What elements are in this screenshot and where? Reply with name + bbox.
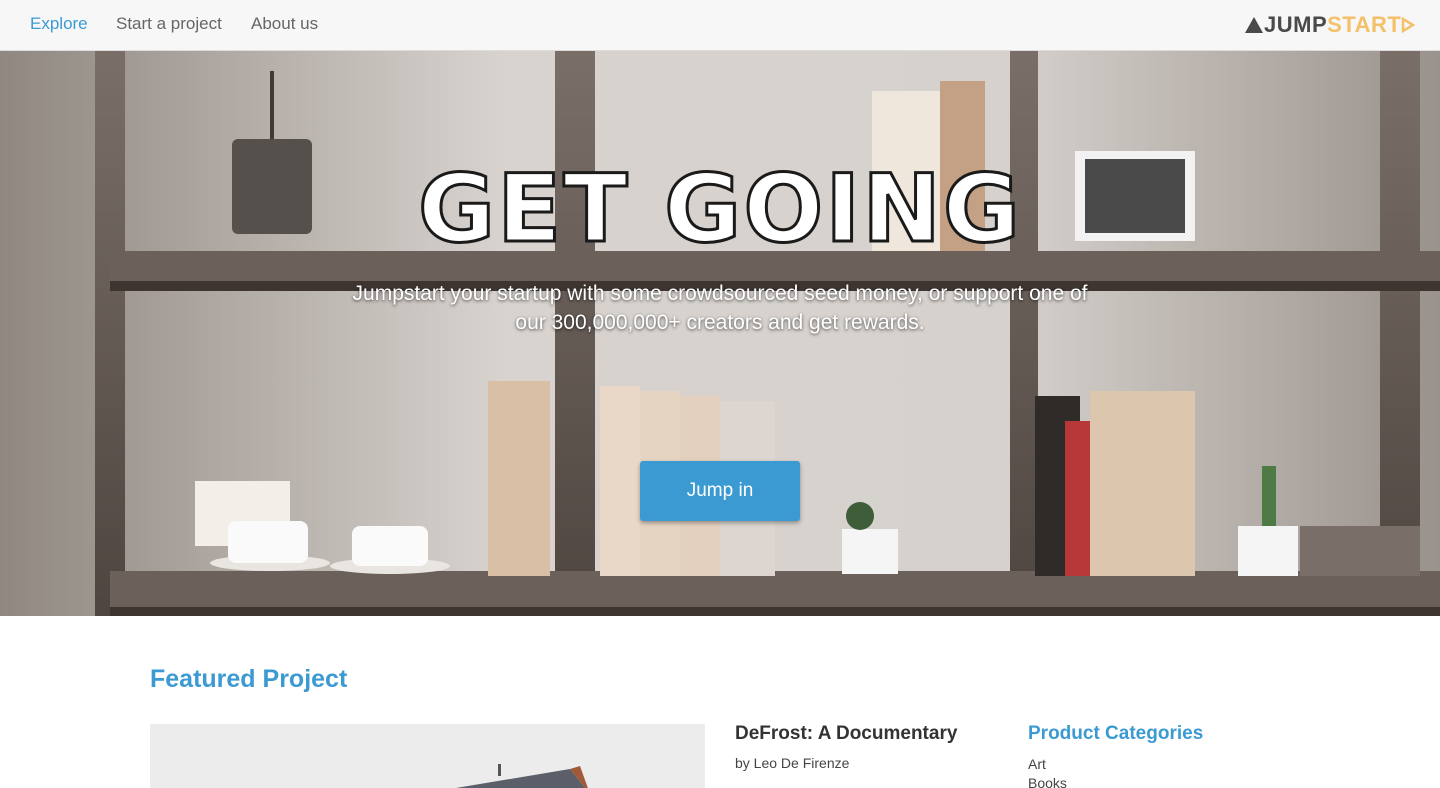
featured-project-image[interactable]	[150, 724, 705, 788]
category-item-books[interactable]: Books	[1028, 774, 1067, 788]
featured-project-author: by Leo De Firenze	[735, 755, 850, 771]
category-item-art[interactable]: Art	[1028, 755, 1067, 774]
logo-text-jump: JUMP	[1264, 12, 1328, 37]
hero-subtitle: Jumpstart your startup with some crowdso…	[352, 282, 1088, 334]
featured-project-title[interactable]: DeFrost: A Documentary	[735, 723, 957, 745]
hero-title: GET GOING	[416, 154, 1023, 266]
logo-text-start: START	[1327, 12, 1402, 37]
jumpstart-logo[interactable]: JUMP START	[1244, 12, 1426, 38]
jump-in-button[interactable]: Jump in	[640, 461, 800, 521]
featured-project-thumbnail	[150, 724, 705, 788]
nav-link-explore[interactable]: Explore	[30, 14, 88, 34]
nav-link-start-project[interactable]: Start a project	[116, 14, 222, 34]
logo-arrow-icon	[1402, 16, 1416, 34]
featured-project-heading: Featured Project	[150, 665, 348, 693]
nav-link-about-us[interactable]: About us	[251, 14, 318, 34]
logo-triangle-icon	[1245, 17, 1263, 33]
hero-banner: GET GOING Jumpstart your startup with so…	[0, 51, 1440, 616]
product-categories-heading: Product Categories	[1028, 723, 1204, 744]
product-categories-list: Art Books	[1028, 755, 1067, 788]
top-navbar: Explore Start a project About us JUMP ST…	[0, 0, 1440, 51]
